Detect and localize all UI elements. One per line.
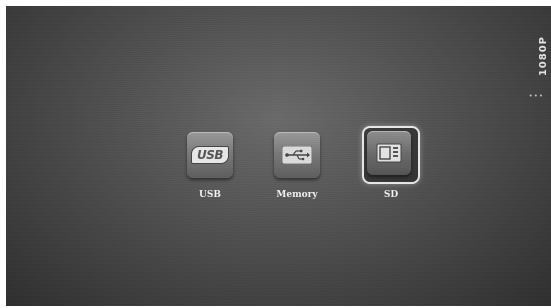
indicator-dots: •••	[528, 92, 544, 100]
usb-drive-icon: USB	[187, 132, 233, 178]
sd-card-glyph	[376, 143, 402, 163]
source-label-memory: Memory	[276, 190, 318, 200]
usb-symbol-icon	[274, 132, 320, 178]
usb-trident-icon	[282, 146, 312, 164]
source-label-usb: USB	[199, 190, 221, 200]
source-tile-usb[interactable]: USB	[183, 128, 237, 182]
media-source-screen: 1080P ••• USB USB Memory SD	[6, 6, 551, 306]
usb-badge: USB	[190, 146, 230, 164]
resolution-label: 1080P	[538, 36, 549, 77]
source-tile-sd[interactable]	[362, 126, 420, 184]
sd-card-icon	[367, 131, 411, 175]
source-label-sd: SD	[383, 190, 399, 200]
source-tile-memory[interactable]	[270, 128, 324, 182]
